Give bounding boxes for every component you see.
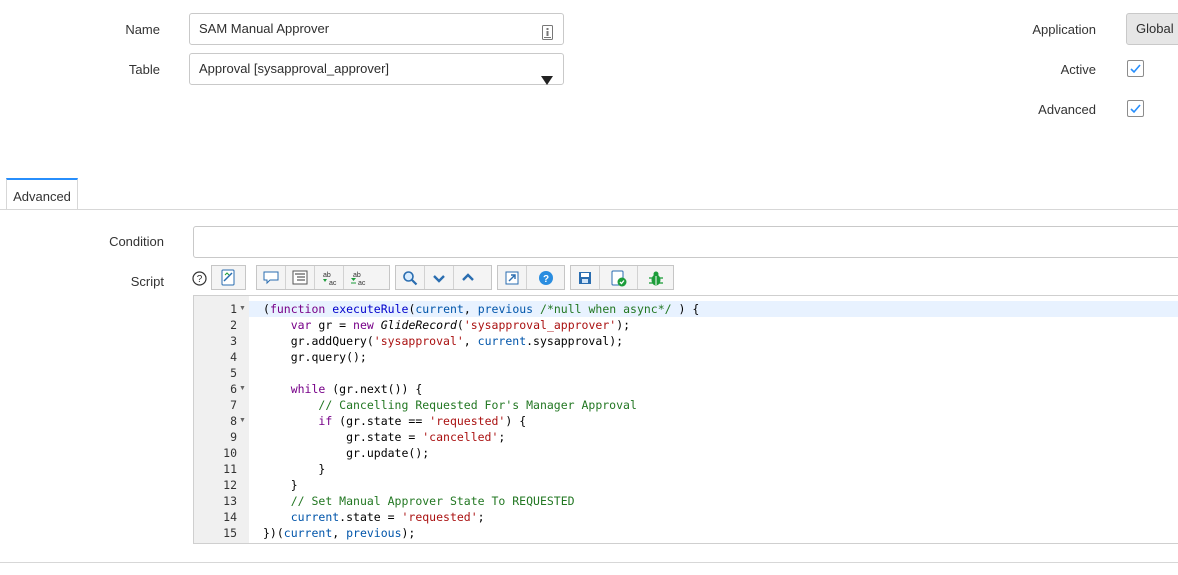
help-toolbar: ? bbox=[497, 265, 565, 290]
code-line: gr.query(); bbox=[263, 350, 367, 364]
debugger-icon bbox=[649, 271, 663, 286]
format-icon bbox=[292, 270, 308, 285]
search-icon bbox=[403, 271, 418, 286]
code-line: })(current, previous); bbox=[263, 526, 416, 540]
name-value: SAM Manual Approver bbox=[199, 21, 330, 36]
search-toolbar bbox=[395, 265, 492, 290]
svg-text:?: ? bbox=[543, 274, 549, 285]
name-field[interactable]: SAM Manual Approver bbox=[189, 13, 564, 45]
find-previous-button[interactable] bbox=[454, 266, 483, 289]
comment-button[interactable] bbox=[257, 266, 286, 289]
code-line: gr.state = 'cancelled'; bbox=[263, 430, 506, 444]
code-line: while (gr.next()) { bbox=[290, 382, 423, 396]
code-line: (function executeRule(current, previous … bbox=[263, 302, 700, 316]
code-line: current.state = 'requested'; bbox=[290, 510, 485, 524]
replace-all-button[interactable]: ab ac bbox=[344, 266, 373, 289]
script-help-icon: ? bbox=[539, 271, 553, 285]
format-toolbar: ab ac ab ac bbox=[256, 265, 390, 290]
code-line: var gr = new GlideRecord('sysapproval_ap… bbox=[290, 318, 631, 332]
svg-text:?: ? bbox=[197, 274, 203, 285]
script-help-button[interactable]: ? bbox=[527, 266, 565, 289]
line-number: 15 bbox=[223, 526, 237, 540]
line-number: 10 bbox=[223, 446, 237, 460]
advanced-label: Advanced bbox=[1038, 102, 1096, 117]
help-icon[interactable]: ? bbox=[192, 271, 207, 289]
table-select[interactable]: Approval [sysapproval_approver] bbox=[189, 53, 564, 85]
line-number: 1 bbox=[230, 302, 237, 316]
syntax-check-button[interactable] bbox=[600, 266, 638, 289]
condition-label: Condition bbox=[109, 234, 164, 249]
svg-text:ab: ab bbox=[323, 272, 331, 279]
condition-field[interactable] bbox=[193, 226, 1178, 258]
save-toolbar bbox=[570, 265, 674, 290]
table-label: Table bbox=[128, 62, 160, 77]
active-checkbox[interactable] bbox=[1127, 60, 1144, 77]
application-field: Global bbox=[1126, 13, 1178, 45]
replace-all-icon: abac bbox=[351, 272, 366, 286]
debugger-button[interactable] bbox=[638, 266, 675, 289]
search-button[interactable] bbox=[396, 266, 425, 289]
fold-arrow-icon[interactable]: ▼ bbox=[239, 305, 246, 312]
chevron-down-icon bbox=[541, 66, 553, 96]
code-line: } bbox=[263, 462, 326, 476]
tab-advanced[interactable]: Advanced bbox=[6, 178, 78, 209]
fold-arrow-icon[interactable]: ▼ bbox=[239, 417, 246, 424]
fullscreen-icon bbox=[505, 271, 519, 285]
code-line: if (gr.state == 'requested') { bbox=[318, 414, 527, 428]
save-button[interactable] bbox=[571, 266, 600, 289]
line-number: 9 bbox=[230, 430, 237, 444]
format-button[interactable] bbox=[286, 266, 315, 289]
line-number: 11 bbox=[223, 462, 237, 476]
line-number: 2 bbox=[230, 318, 237, 332]
checkmark-icon bbox=[1130, 104, 1141, 114]
application-value: Global bbox=[1136, 21, 1174, 36]
fullscreen-button[interactable] bbox=[498, 266, 527, 289]
code-line: // Set Manual Approver State To REQUESTE… bbox=[290, 494, 575, 508]
find-previous-icon bbox=[462, 273, 474, 281]
checkmark-icon bbox=[1130, 64, 1141, 74]
line-number: 7 bbox=[230, 398, 237, 412]
find-next-icon bbox=[433, 275, 445, 283]
line-number: 5 bbox=[230, 366, 237, 380]
field-info-icon[interactable] bbox=[542, 21, 553, 51]
syntax-check-icon bbox=[611, 270, 627, 287]
script-editor[interactable]: 1 2 3 4 5 6 7 8 9 10 11 12 13 14 15 ▼ ▼ … bbox=[193, 295, 1178, 544]
line-number: 12 bbox=[223, 478, 237, 492]
toggle-syntax-icon bbox=[221, 269, 235, 286]
advanced-checkbox[interactable] bbox=[1127, 100, 1144, 117]
replace-icon: abac bbox=[323, 272, 337, 286]
line-number: 6 bbox=[230, 382, 237, 396]
application-label: Application bbox=[1032, 22, 1096, 37]
svg-text:ac: ac bbox=[329, 280, 337, 286]
comment-icon bbox=[263, 271, 279, 285]
script-label: Script bbox=[130, 274, 164, 289]
code-line: // Cancelling Requested For's Manager Ap… bbox=[318, 398, 637, 412]
svg-text:ab: ab bbox=[353, 272, 361, 279]
active-label: Active bbox=[1060, 62, 1096, 77]
line-number: 4 bbox=[230, 350, 237, 364]
name-label: Name bbox=[125, 22, 160, 37]
replace-button[interactable]: ab ac bbox=[315, 266, 344, 289]
code-line: gr.update(); bbox=[263, 446, 430, 460]
code-line: } bbox=[263, 478, 298, 492]
line-number: 3 bbox=[230, 334, 237, 348]
find-next-button[interactable] bbox=[425, 266, 454, 289]
table-value: Approval [sysapproval_approver] bbox=[199, 61, 390, 76]
section-divider bbox=[0, 562, 1178, 563]
save-icon bbox=[579, 272, 591, 284]
line-number: 13 bbox=[223, 494, 237, 508]
toggle-syntax-button[interactable] bbox=[211, 265, 246, 290]
fold-arrow-icon[interactable]: ▼ bbox=[239, 385, 246, 392]
code-line: gr.addQuery('sysapproval', current.sysap… bbox=[263, 334, 624, 348]
tab-divider bbox=[0, 209, 1178, 210]
line-number: 8 bbox=[230, 414, 237, 428]
svg-text:ac: ac bbox=[358, 280, 366, 286]
line-number: 14 bbox=[223, 510, 237, 524]
